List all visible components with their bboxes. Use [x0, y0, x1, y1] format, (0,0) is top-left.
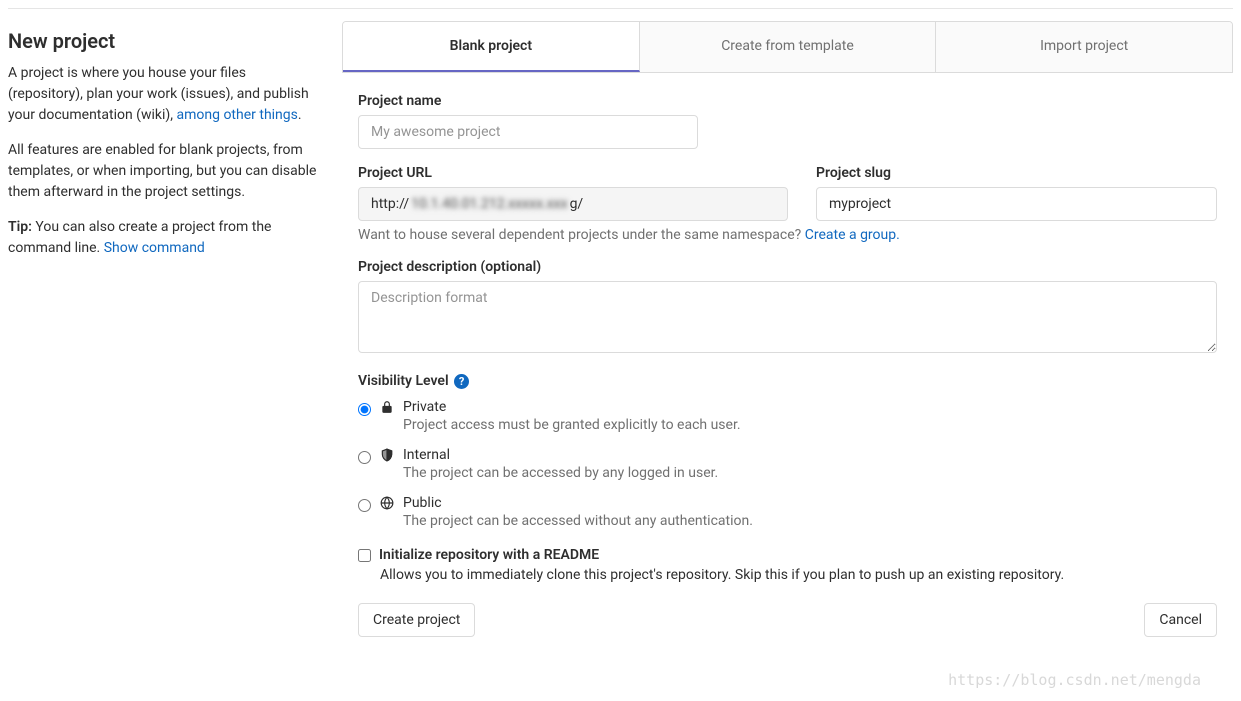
project-slug-input[interactable]: [816, 187, 1217, 221]
create-project-button[interactable]: Create project: [358, 603, 475, 637]
watermark: https://blog.csdn.net/mengda: [948, 671, 1201, 689]
create-group-link[interactable]: Create a group.: [805, 227, 900, 243]
project-url-label: Project URL: [358, 165, 788, 181]
visibility-internal-radio[interactable]: [358, 451, 371, 464]
among-other-things-link[interactable]: among other things: [177, 107, 298, 123]
project-description-label: Project description (optional): [358, 259, 1217, 275]
readme-label: Initialize repository with a README: [379, 547, 599, 563]
lock-icon: [379, 399, 395, 415]
visibility-public-option[interactable]: Public The project can be accessed witho…: [358, 495, 1217, 529]
globe-icon: [379, 495, 395, 511]
show-command-link[interactable]: Show command: [104, 240, 205, 256]
tab-blank-project[interactable]: Blank project: [343, 22, 640, 72]
project-name-input[interactable]: [358, 115, 698, 149]
tab-create-from-template[interactable]: Create from template: [640, 22, 937, 72]
help-icon[interactable]: ?: [454, 374, 469, 389]
main-content: Blank project Create from template Impor…: [342, 21, 1233, 637]
cancel-button[interactable]: Cancel: [1144, 603, 1217, 637]
visibility-private-option[interactable]: Private Project access must be granted e…: [358, 399, 1217, 433]
tab-import-project[interactable]: Import project: [936, 22, 1232, 72]
namespace-hint: Want to house several dependent projects…: [358, 227, 1217, 243]
visibility-internal-option[interactable]: Internal The project can be accessed by …: [358, 447, 1217, 481]
project-url-input[interactable]: http://10.1.40.01.212.xxxxx.xxxg/: [358, 187, 788, 221]
visibility-private-radio[interactable]: [358, 403, 371, 416]
sidebar-desc-1: A project is where you house your files …: [8, 63, 318, 126]
page-title: New project: [8, 29, 318, 53]
sidebar-tip: Tip: You can also create a project from …: [8, 217, 318, 259]
visibility-level-label: Visibility Level ?: [358, 373, 1217, 389]
visibility-public-radio[interactable]: [358, 499, 371, 512]
readme-checkbox[interactable]: [358, 549, 371, 562]
project-slug-label: Project slug: [816, 165, 1217, 181]
project-name-label: Project name: [358, 93, 1217, 109]
readme-desc: Allows you to immediately clone this pro…: [380, 567, 1217, 583]
tabs: Blank project Create from template Impor…: [342, 21, 1233, 73]
sidebar: New project A project is where you house…: [8, 21, 318, 637]
project-description-input[interactable]: [358, 281, 1217, 353]
tip-label: Tip:: [8, 219, 32, 235]
shield-icon: [379, 447, 395, 463]
sidebar-desc-2: All features are enabled for blank proje…: [8, 140, 318, 203]
